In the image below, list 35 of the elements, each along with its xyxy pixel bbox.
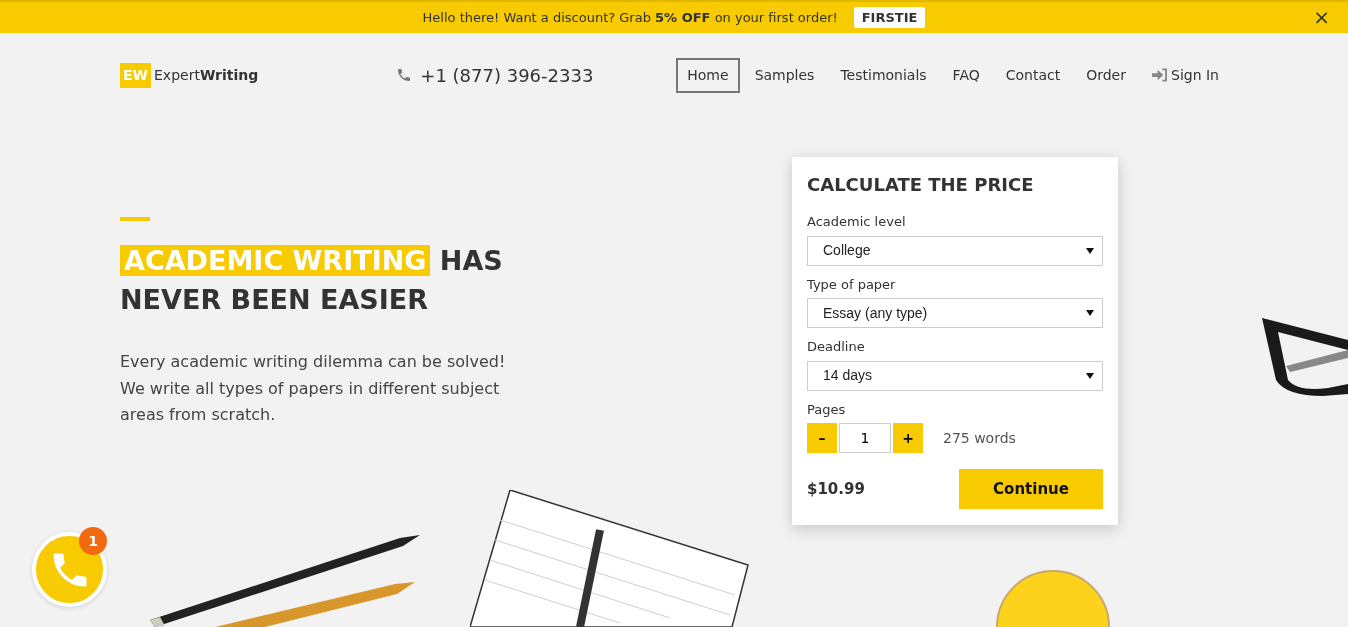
field-label: Academic level — [807, 213, 907, 231]
select-field[interactable]: College — [807, 235, 1103, 266]
field-label: Type of paper — [807, 275, 897, 294]
nav-link[interactable]: FAQ — [941, 57, 991, 93]
call-button[interactable] — [32, 532, 107, 607]
calculator-title: CALCULATE THE PRICE — [807, 173, 1035, 197]
caret-icon — [1086, 247, 1094, 254]
price: $10.99 — [807, 478, 865, 500]
select-field[interactable]: 14 days — [807, 360, 1103, 391]
word-count: 275 words — [943, 428, 1016, 448]
notification-badge: 1 — [79, 527, 107, 555]
sign-in-icon — [1152, 68, 1167, 82]
phone-number[interactable]: +1 (877) 396-2333 — [420, 61, 594, 89]
decrease-button[interactable]: – — [807, 423, 837, 453]
close-button[interactable]: × — [1307, 6, 1336, 28]
hero-text: Every academic writing dilemma can be solved! We write all types of papers in different subject areas from scratch. — [120, 351, 507, 427]
nav-link[interactable]: Home — [676, 57, 740, 93]
pages-input[interactable]: 1 — [839, 423, 891, 453]
nav-link[interactable]: Samples — [743, 57, 826, 93]
select-field[interactable]: Essay (any type) — [807, 298, 1103, 328]
promo-code: FIRSTIE — [853, 6, 926, 29]
phone-icon — [396, 67, 413, 83]
logo[interactable]: EW ExpertWriting — [120, 62, 259, 88]
promo-message: Hello there! Want a discount? Grab 5% OFF on your first order! — [422, 8, 838, 27]
sign-in-link[interactable]: Sign In — [1141, 57, 1230, 93]
nav-link[interactable]: Contact — [994, 57, 1072, 93]
increase-button[interactable]: + — [893, 423, 923, 453]
nav-link[interactable]: Order — [1075, 57, 1137, 93]
field-label: Pages — [807, 400, 847, 419]
hero-heading: ACADEMIC WRITING HAS NEVER BEEN EASIER — [120, 244, 504, 318]
caret-icon — [1086, 310, 1094, 316]
nav-link[interactable]: Testimonials — [829, 57, 938, 93]
field-label: Deadline — [807, 338, 866, 356]
continue-button[interactable]: Continue — [959, 469, 1103, 509]
caret-icon — [1086, 372, 1094, 379]
